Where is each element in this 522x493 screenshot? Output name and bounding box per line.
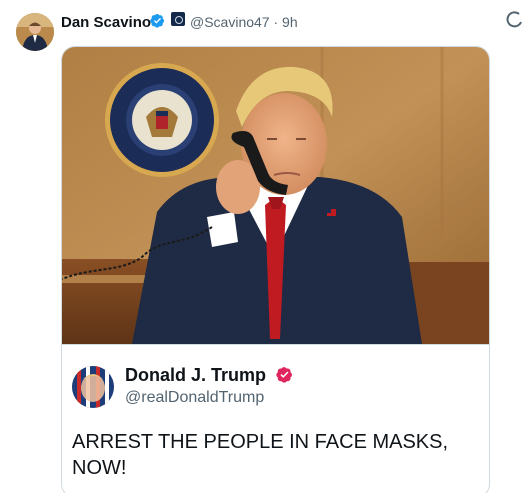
government-affiliation-badge-icon [171, 12, 185, 26]
author-handle-and-time[interactable]: @Scavino47 · 9h [190, 14, 298, 30]
verified-badge-icon [150, 13, 165, 28]
author-handle: @Scavino47 [190, 14, 270, 30]
more-options-icon[interactable] [505, 10, 522, 30]
tweet-photo[interactable] [62, 47, 489, 344]
photo-divider [62, 344, 489, 345]
time-separator: · [269, 14, 283, 30]
timestamp[interactable]: 9h [282, 14, 298, 30]
quoted-tweet-card[interactable]: Donald J. Trump @realDonaldTrump ARREST … [61, 46, 490, 493]
quoted-author-name[interactable]: Donald J. Trump [125, 365, 266, 386]
author-avatar[interactable] [16, 13, 54, 51]
verified-badge-icon [276, 367, 292, 383]
presidential-seal [105, 63, 219, 177]
quoted-author-avatar[interactable] [72, 366, 114, 408]
tweet-header: Dan Scavino @Scavino47 · 9h [0, 0, 522, 51]
quoted-tweet-text: ARREST THE PEOPLE IN FACE MASKS, NOW! [72, 431, 449, 479]
quoted-author-handle[interactable]: @realDonaldTrump [125, 389, 264, 407]
author-name[interactable]: Dan Scavino [61, 14, 151, 31]
